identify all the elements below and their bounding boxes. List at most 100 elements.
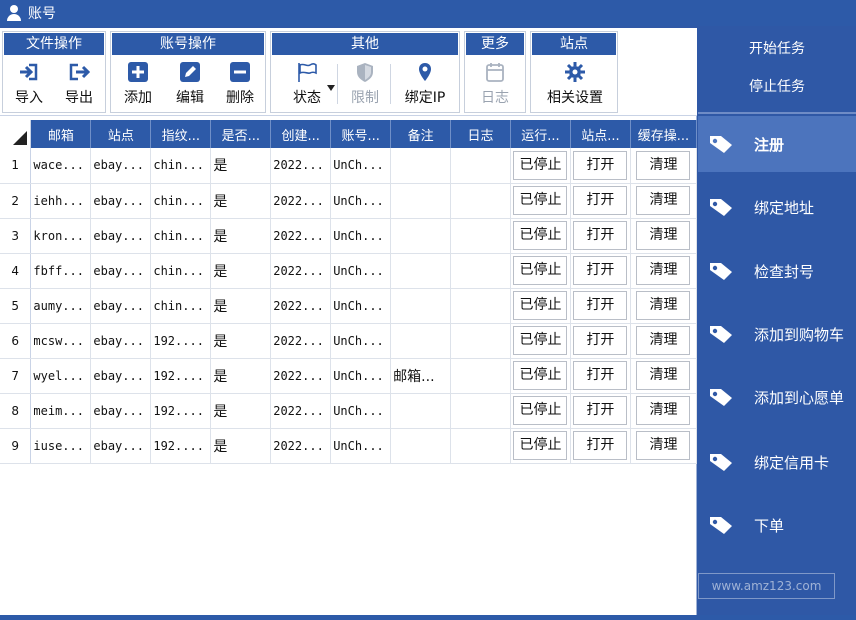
cell-log[interactable] [450, 393, 511, 429]
log-button[interactable]: 日志 [473, 59, 517, 111]
clear-cache-button[interactable]: 清理 [636, 361, 691, 390]
cell-site[interactable]: ebay... [90, 218, 152, 254]
side-nav-item[interactable]: 检查封号 [698, 243, 856, 299]
cell-fp[interactable]: 192.... [150, 323, 212, 359]
open-site-button[interactable]: 打开 [573, 361, 628, 390]
clear-cache-button[interactable]: 清理 [636, 186, 691, 215]
column-header[interactable]: 缓存操... [630, 120, 698, 148]
column-header[interactable]: 创建... [270, 120, 332, 148]
cell-email[interactable]: aumy... [30, 288, 92, 324]
run-status-button[interactable]: 已停止 [513, 396, 568, 425]
open-site-button[interactable]: 打开 [573, 291, 628, 320]
cell-log[interactable] [450, 148, 511, 184]
table-row[interactable]: 7 wyel... ebay... 192.... 是 2022... UnCh... 邮箱.… [0, 358, 698, 394]
row-number[interactable]: 5 [0, 288, 32, 324]
cell-acct[interactable]: UnCh... [330, 358, 392, 394]
cell-created[interactable]: 2022... [270, 323, 332, 359]
table-row[interactable]: 8 meim... ebay... 192.... 是 2022... UnCh... 已停止… [0, 393, 698, 429]
table-row[interactable]: 4 fbff... ebay... chin... 是 2022... UnCh... 已停止… [0, 253, 698, 289]
cell-fp[interactable]: chin... [150, 253, 212, 289]
cell-site[interactable]: ebay... [90, 288, 152, 324]
column-header[interactable]: 站点... [570, 120, 631, 148]
table-row[interactable]: 9 iuse... ebay... 192.... 是 2022... UnCh... 已停止… [0, 428, 698, 464]
cell-note[interactable] [390, 323, 452, 359]
column-header[interactable]: 运行... [510, 120, 571, 148]
cell-created[interactable]: 2022... [270, 218, 332, 254]
export-button[interactable]: 导出 [59, 59, 99, 111]
cell-fp[interactable]: 192.... [150, 428, 212, 464]
cell-site[interactable]: ebay... [90, 323, 152, 359]
bind-ip-button[interactable]: 绑定IP [395, 59, 455, 111]
cell-note[interactable] [390, 183, 452, 219]
stop-task-button[interactable]: 停止任务 [698, 76, 856, 96]
table-row[interactable]: 3 kron... ebay... chin... 是 2022... UnCh... 已停止… [0, 218, 698, 254]
cell-created[interactable]: 2022... [270, 358, 332, 394]
cell-email[interactable]: mcsw... [30, 323, 92, 359]
cell-acct[interactable]: UnCh... [330, 428, 392, 464]
clear-cache-button[interactable]: 清理 [636, 150, 691, 180]
clear-cache-button[interactable]: 清理 [636, 326, 691, 355]
cell-acct[interactable]: UnCh... [330, 253, 392, 289]
open-site-button[interactable]: 打开 [573, 186, 628, 215]
cell-fp[interactable]: chin... [150, 288, 212, 324]
cell-log[interactable] [450, 183, 511, 219]
row-number[interactable]: 6 [0, 323, 32, 359]
cell-email[interactable]: kron... [30, 218, 92, 254]
row-number[interactable]: 8 [0, 393, 32, 429]
cell-site[interactable]: ebay... [90, 428, 152, 464]
side-nav-item[interactable]: 绑定地址 [698, 179, 856, 235]
cell-log[interactable] [450, 323, 511, 359]
cell-flag[interactable]: 是 [210, 253, 272, 289]
cell-note[interactable] [390, 148, 452, 184]
cell-note[interactable] [390, 393, 452, 429]
side-nav-item[interactable]: 添加到购物车 [698, 306, 856, 362]
cell-flag[interactable]: 是 [210, 393, 272, 429]
cell-flag[interactable]: 是 [210, 183, 272, 219]
cell-acct[interactable]: UnCh... [330, 148, 392, 184]
limit-button[interactable]: 限制 [343, 59, 387, 111]
select-all-corner[interactable] [0, 120, 32, 148]
cell-email[interactable]: fbff... [30, 253, 92, 289]
cell-flag[interactable]: 是 [210, 323, 272, 359]
cell-fp[interactable]: 192.... [150, 358, 212, 394]
side-nav-item[interactable]: 下单 [698, 497, 856, 553]
cell-flag[interactable]: 是 [210, 148, 272, 184]
cell-created[interactable]: 2022... [270, 288, 332, 324]
row-number[interactable]: 3 [0, 218, 32, 254]
cell-site[interactable]: ebay... [90, 253, 152, 289]
run-status-button[interactable]: 已停止 [513, 256, 568, 285]
cell-email[interactable]: wace... [30, 148, 92, 184]
open-site-button[interactable]: 打开 [573, 326, 628, 355]
cell-note[interactable] [390, 288, 452, 324]
cell-note[interactable] [390, 428, 452, 464]
column-header[interactable]: 是否... [210, 120, 272, 148]
cell-flag[interactable]: 是 [210, 288, 272, 324]
run-status-button[interactable]: 已停止 [513, 221, 568, 250]
cell-email[interactable]: iuse... [30, 428, 92, 464]
cell-acct[interactable]: UnCh... [330, 288, 392, 324]
run-status-button[interactable]: 已停止 [513, 361, 568, 390]
open-site-button[interactable]: 打开 [573, 256, 628, 285]
cell-log[interactable] [450, 358, 511, 394]
cell-site[interactable]: ebay... [90, 393, 152, 429]
row-number[interactable]: 2 [0, 183, 32, 219]
table-row[interactable]: 1 wace... ebay... chin... 是 2022... UnCh... 已停止… [0, 148, 698, 184]
cell-note[interactable]: 邮箱... [390, 358, 452, 394]
clear-cache-button[interactable]: 清理 [636, 221, 691, 250]
column-header[interactable]: 备注 [390, 120, 452, 148]
cell-note[interactable] [390, 218, 452, 254]
cell-fp[interactable]: chin... [150, 148, 212, 184]
run-status-button[interactable]: 已停止 [513, 150, 568, 180]
cell-created[interactable]: 2022... [270, 148, 332, 184]
column-header[interactable]: 日志 [450, 120, 511, 148]
cell-acct[interactable]: UnCh... [330, 183, 392, 219]
clear-cache-button[interactable]: 清理 [636, 291, 691, 320]
edit-button[interactable]: 编辑 [169, 59, 211, 111]
run-status-button[interactable]: 已停止 [513, 186, 568, 215]
column-header[interactable]: 指纹... [150, 120, 212, 148]
cell-flag[interactable]: 是 [210, 358, 272, 394]
run-status-button[interactable]: 已停止 [513, 326, 568, 355]
start-task-button[interactable]: 开始任务 [698, 38, 856, 58]
cell-fp[interactable]: chin... [150, 183, 212, 219]
side-nav-item[interactable]: 添加到心愿单 [698, 369, 856, 425]
